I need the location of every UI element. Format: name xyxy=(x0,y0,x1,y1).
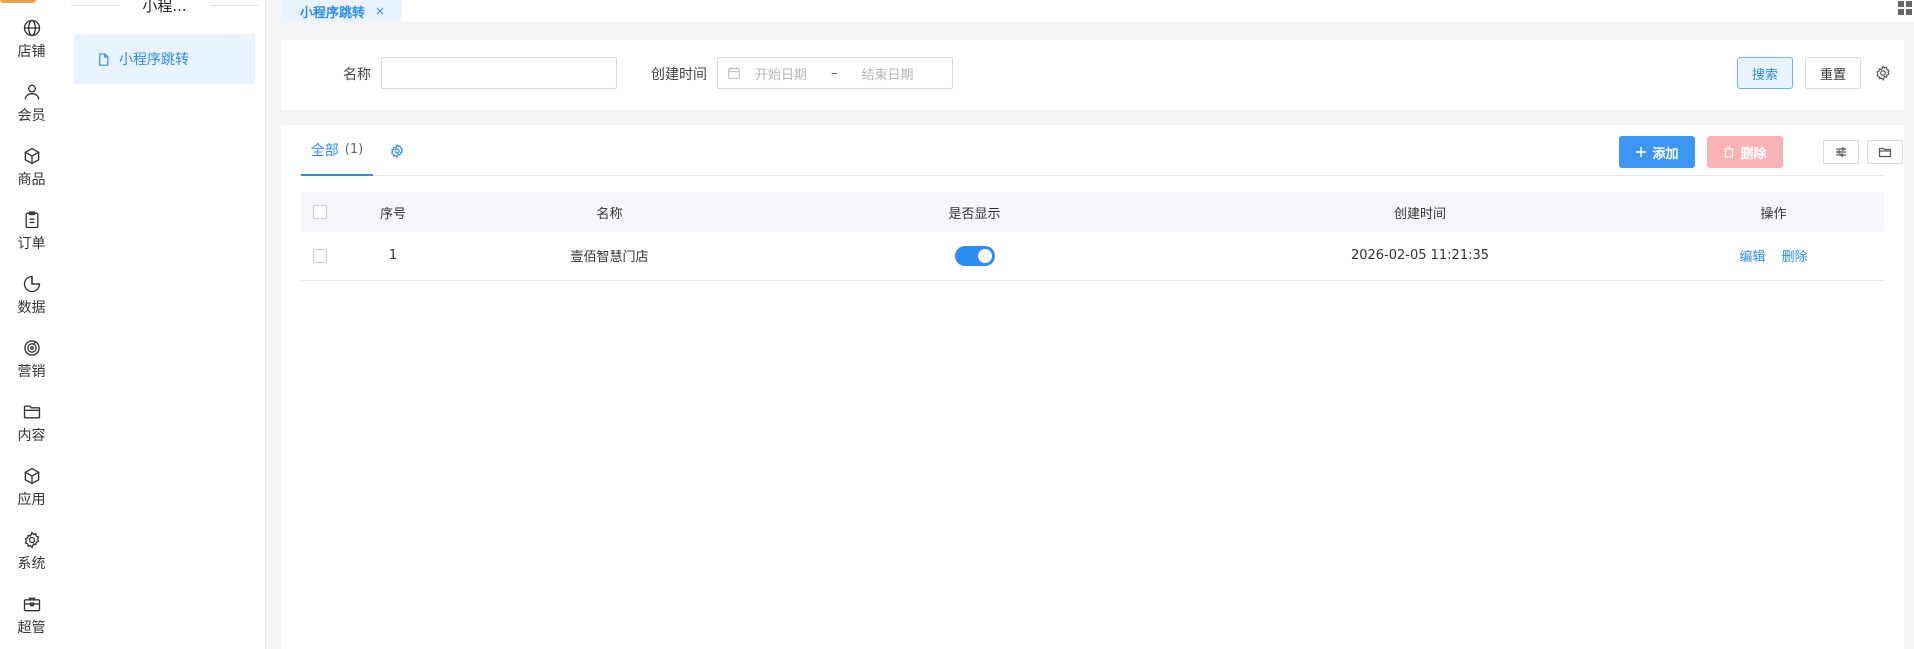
main-panel: 全部 (1) 添加 删除 序号 名称 是否显示 创建时间 操作 1 壹佰智慧门店… xyxy=(281,125,1904,649)
gear-icon[interactable] xyxy=(1874,64,1892,82)
tab-label: 小程序跳转 xyxy=(300,5,366,21)
sidebar-title: 小程... xyxy=(63,0,266,20)
folder-icon xyxy=(23,405,40,419)
rail-item-marketing[interactable]: 营销 xyxy=(0,338,63,402)
date-range-picker[interactable]: 开始日期 – 结束日期 xyxy=(717,57,953,89)
rail-item-order[interactable]: 订单 xyxy=(0,210,63,274)
created-time-label: 创建时间 xyxy=(651,67,707,83)
rail-item-label: 应用 xyxy=(17,492,46,508)
cell-visible xyxy=(772,232,1177,281)
table-row: 1 壹佰智慧门店 2026-02-05 11:21:35 编辑 删除 xyxy=(301,232,1884,281)
name-label: 名称 xyxy=(343,67,371,83)
delete-link[interactable]: 删除 xyxy=(1782,250,1808,265)
tab-bar-background xyxy=(402,0,1914,22)
cell-index: 1 xyxy=(339,232,447,281)
folder-button[interactable] xyxy=(1867,140,1903,164)
rail-item-label: 数据 xyxy=(17,300,46,316)
start-date-placeholder[interactable]: 开始日期 xyxy=(755,64,807,83)
delete-button-label: 删除 xyxy=(1740,146,1767,162)
rail-item-label: 会员 xyxy=(17,108,46,124)
column-settings-button[interactable] xyxy=(1823,140,1859,164)
rail-item-content[interactable]: 内容 xyxy=(0,402,63,466)
tab-bar: 小程序跳转 × xyxy=(266,0,1914,22)
close-icon[interactable]: × xyxy=(375,4,385,18)
add-button-label: 添加 xyxy=(1652,146,1679,162)
tab-all-count: (1) xyxy=(344,142,364,157)
column-header: 名称 xyxy=(447,192,772,232)
tab-all[interactable]: 全部 (1) xyxy=(301,125,373,176)
calendar-icon xyxy=(728,67,740,79)
select-all-checkbox[interactable] xyxy=(313,205,327,219)
sidebar-title-text: 小程... xyxy=(142,0,187,15)
rail-item-label: 商品 xyxy=(17,172,46,188)
box-icon xyxy=(24,147,39,165)
cube-icon xyxy=(24,467,39,485)
title-divider-right xyxy=(210,5,258,6)
rail-item-label: 营销 xyxy=(17,364,46,380)
reset-button[interactable]: 重置 xyxy=(1805,57,1861,89)
rail-item-label: 内容 xyxy=(17,428,46,444)
rail-item-goods[interactable]: 商品 xyxy=(0,146,63,210)
rail-item-label: 订单 xyxy=(17,236,46,252)
plus-icon xyxy=(1636,147,1647,157)
table-header-row: 序号 名称 是否显示 创建时间 操作 xyxy=(301,192,1884,232)
name-input[interactable] xyxy=(381,57,617,89)
add-button[interactable]: 添加 xyxy=(1619,136,1695,168)
list-tabs: 全部 (1) 添加 删除 xyxy=(301,125,1903,176)
folder-open-icon xyxy=(1878,147,1892,158)
edit-link[interactable]: 编辑 xyxy=(1739,250,1765,265)
column-header: 操作 xyxy=(1663,192,1884,232)
column-header: 创建时间 xyxy=(1177,192,1663,232)
target-icon xyxy=(23,340,40,356)
grid-icon[interactable] xyxy=(1898,1,1912,15)
rail-item-apps[interactable]: 应用 xyxy=(0,466,63,530)
title-divider-left xyxy=(71,5,119,6)
tab-all-label: 全部 xyxy=(310,142,339,159)
sliders-icon xyxy=(1836,147,1846,157)
search-panel: 名称 创建时间 开始日期 – 结束日期 搜索 重置 xyxy=(281,40,1904,110)
tab-miniprogram-jump[interactable]: 小程序跳转 × xyxy=(282,0,402,22)
rail-item-label: 超管 xyxy=(17,620,46,636)
row-checkbox-cell xyxy=(301,232,339,281)
visible-toggle[interactable] xyxy=(954,245,995,266)
date-separator: – xyxy=(831,65,838,81)
rail-item-store[interactable]: 店铺 xyxy=(0,18,63,82)
rail-item-admin[interactable]: 超管 xyxy=(0,594,63,649)
column-header: 是否显示 xyxy=(772,192,1177,232)
rail-item-system[interactable]: 系统 xyxy=(0,530,63,594)
rail-item-member[interactable]: 会员 xyxy=(0,82,63,146)
document-icon xyxy=(99,52,109,66)
header-checkbox-cell xyxy=(301,192,339,232)
cell-actions: 编辑 删除 xyxy=(1663,232,1884,281)
briefcase-icon xyxy=(23,597,40,612)
column-header: 序号 xyxy=(339,192,447,232)
trash-icon xyxy=(1724,146,1735,158)
end-date-placeholder[interactable]: 结束日期 xyxy=(862,64,914,83)
user-icon xyxy=(24,84,39,100)
search-button[interactable]: 搜索 xyxy=(1737,57,1793,89)
rail-item-data[interactable]: 数据 xyxy=(0,274,63,338)
pie-chart-icon xyxy=(23,275,40,293)
sidebar-item-label: 小程序跳转 xyxy=(119,52,189,68)
clipboard-icon xyxy=(25,211,38,229)
main-nav-rail: 店铺 会员 商品 订单 数据 营销 内容 应用 系统 超管 xyxy=(0,0,63,649)
gear-icon xyxy=(24,531,39,549)
rail-item-label: 系统 xyxy=(17,556,46,572)
data-table: 序号 名称 是否显示 创建时间 操作 1 壹佰智慧门店 2026-02-05 1… xyxy=(301,192,1884,281)
sidebar-item-miniprogram-jump[interactable]: 小程序跳转 xyxy=(74,34,255,84)
globe-icon xyxy=(23,19,40,37)
gear-icon[interactable] xyxy=(389,143,405,159)
delete-button[interactable]: 删除 xyxy=(1707,136,1783,168)
sub-sidebar: 小程... 小程序跳转 xyxy=(63,0,266,649)
cell-name: 壹佰智慧门店 xyxy=(447,232,772,281)
rail-item-label: 店铺 xyxy=(17,44,46,60)
cell-created-time: 2026-02-05 11:21:35 xyxy=(1177,232,1663,281)
row-checkbox[interactable] xyxy=(313,248,327,263)
rail-accent xyxy=(0,0,36,3)
